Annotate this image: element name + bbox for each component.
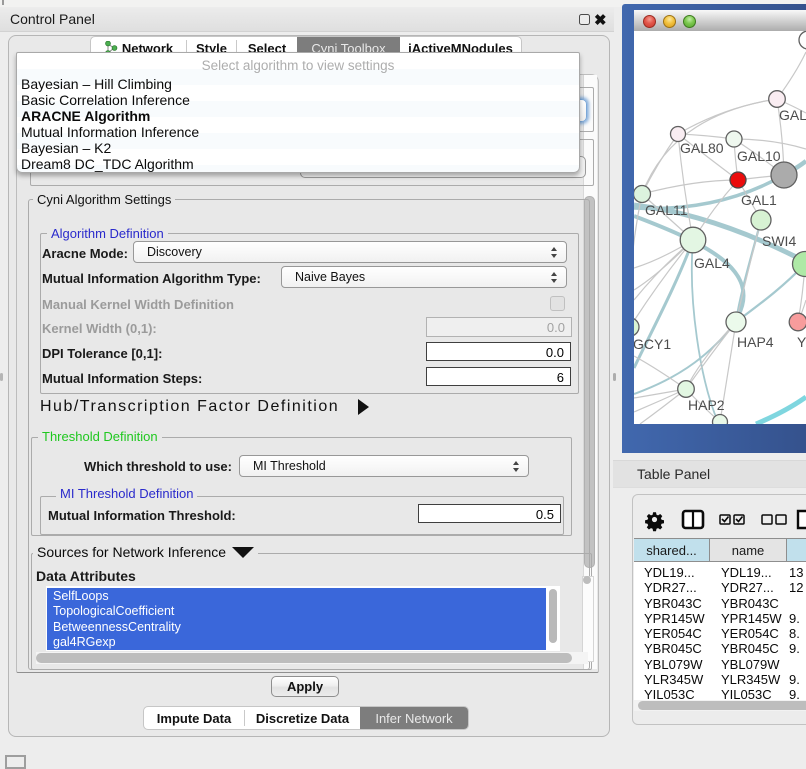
svg-text:SWI4: SWI4 [762, 233, 796, 249]
svg-text:HAP4: HAP4 [737, 334, 774, 350]
svg-text:GAL11: GAL11 [645, 202, 688, 218]
svg-text:GCY1: GCY1 [634, 336, 671, 352]
svg-text:GAL80: GAL80 [680, 140, 724, 156]
svg-text:GAL10: GAL10 [737, 148, 781, 164]
svg-text:GAL1: GAL1 [741, 192, 777, 208]
svg-text:YD: YD [797, 334, 806, 350]
svg-text:HAP2: HAP2 [688, 397, 725, 413]
svg-text:GAL8: GAL8 [779, 107, 806, 123]
svg-text:GAL4: GAL4 [694, 255, 730, 271]
